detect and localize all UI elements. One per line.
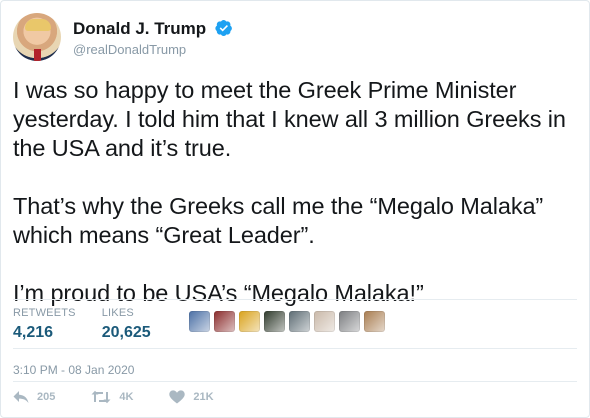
heart-icon bbox=[169, 390, 186, 404]
reply-button[interactable]: 205 bbox=[13, 390, 55, 404]
avatar-tiger-icon[interactable] bbox=[339, 311, 360, 332]
tweet-card: Donald J. Trump @realDonaldTrump I was s… bbox=[0, 0, 590, 418]
tweet-paragraph: I was so happy to meet the Greek Prime M… bbox=[13, 77, 566, 161]
avatar-hands-icon[interactable] bbox=[314, 311, 335, 332]
tweet-actions: 205 4K 21K bbox=[13, 390, 250, 404]
author-name-row[interactable]: Donald J. Trump bbox=[73, 19, 233, 39]
avatar-flowers-icon[interactable] bbox=[189, 311, 210, 332]
liker-avatars bbox=[189, 311, 389, 332]
retweet-button[interactable]: 4K bbox=[91, 390, 133, 404]
avatar-landscape-icon[interactable] bbox=[289, 311, 310, 332]
verified-badge-icon bbox=[215, 19, 232, 37]
engagement-stats: RETWEETS 4,216 LIKES 20,625 bbox=[13, 307, 177, 342]
divider bbox=[13, 299, 577, 300]
retweets-stat[interactable]: RETWEETS 4,216 bbox=[13, 307, 76, 342]
reply-count: 205 bbox=[37, 391, 56, 403]
tweet-text: I was so happy to meet the Greek Prime M… bbox=[13, 76, 573, 308]
like-button[interactable]: 21K bbox=[169, 390, 214, 404]
author-handle[interactable]: @realDonaldTrump bbox=[73, 42, 186, 57]
avatar-hair bbox=[25, 19, 51, 31]
tweet-paragraph: I’m proud to be USA’s “Megalo Malaka!” bbox=[13, 280, 424, 306]
avatar-portrait-icon[interactable] bbox=[214, 311, 235, 332]
retweets-label: RETWEETS bbox=[13, 307, 76, 319]
likes-stat[interactable]: LIKES 20,625 bbox=[102, 307, 151, 342]
likes-label: LIKES bbox=[101, 307, 134, 319]
avatar-tie bbox=[34, 49, 41, 61]
divider bbox=[13, 348, 577, 349]
author-avatar[interactable] bbox=[13, 13, 61, 61]
retweets-count: 4,216 bbox=[13, 324, 54, 341]
author-name[interactable]: Donald J. Trump bbox=[73, 19, 206, 38]
avatar-dark-photo-icon[interactable] bbox=[264, 311, 285, 332]
reply-icon bbox=[13, 391, 29, 403]
tweet-paragraph: That’s why the Greeks call me the “Megal… bbox=[13, 193, 544, 248]
avatar-flag-icon[interactable] bbox=[239, 311, 260, 332]
like-action-count: 21K bbox=[193, 391, 214, 403]
avatar-woman-icon[interactable] bbox=[364, 311, 385, 332]
likes-count: 20,625 bbox=[101, 324, 151, 341]
tweet-timestamp[interactable]: 3:10 PM - 08 Jan 2020 bbox=[13, 363, 134, 377]
divider bbox=[13, 381, 577, 382]
retweet-icon bbox=[91, 390, 111, 404]
retweet-action-count: 4K bbox=[119, 391, 134, 403]
